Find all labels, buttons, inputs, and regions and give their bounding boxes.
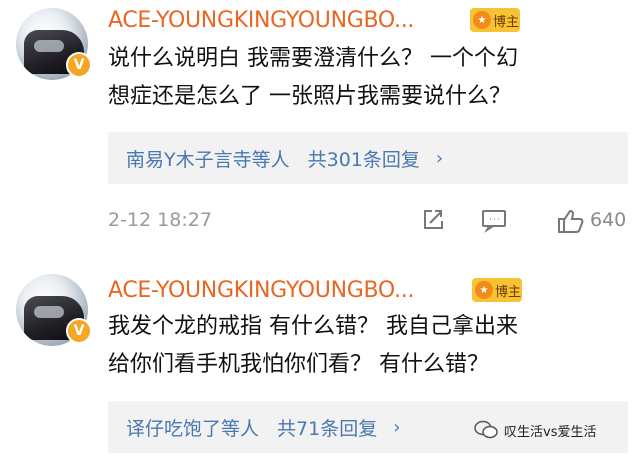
watermark: 叹生活vs爱生活: [474, 420, 596, 440]
medal-icon: ★: [473, 11, 491, 29]
comment-text-line: 我发个龙的戒指 有什么错？ 我自己拿出来: [108, 314, 518, 339]
username[interactable]: ACE-YOUNGKINGYOUNGBO...: [108, 8, 414, 33]
comment-meta: 2-12 18:27 640: [108, 205, 628, 239]
comment-icon[interactable]: [480, 207, 508, 237]
blogger-badge-label: 博主: [495, 284, 522, 300]
reply-names: 译仔吃饱了等人: [126, 417, 260, 440]
verified-v-icon: V: [66, 318, 92, 344]
verified-v-icon: V: [66, 52, 92, 78]
blogger-badge-label: 博主: [493, 14, 520, 30]
timestamp: 2-12 18:27: [108, 209, 212, 231]
medal-icon: ★: [475, 281, 493, 299]
watermark-text: 叹生活vs爱生活: [504, 424, 597, 440]
share-icon[interactable]: [420, 207, 446, 237]
username[interactable]: ACE-YOUNGKINGYOUNGBO...: [108, 278, 414, 303]
comment-text-line: 说什么说明白 我需要澄清什么？ 一个个幻: [108, 46, 518, 71]
thumbs-up-icon[interactable]: [556, 207, 586, 239]
reply-summary[interactable]: 南易Y木子言寺等人 共301条回复 ›: [108, 132, 628, 184]
reply-names: 南易Y木子言寺等人: [126, 148, 290, 171]
blogger-badge: ★ 博主: [472, 278, 522, 302]
comment-text-line: 给你们看手机我怕你们看？ 有什么错？: [108, 352, 489, 377]
reply-count: 共71条回复: [277, 417, 378, 440]
comment-text-line: 想症还是怎么了 一张照片我需要说什么？: [108, 84, 511, 109]
blogger-badge: ★ 博主: [470, 8, 520, 32]
chevron-right-icon: ›: [393, 416, 401, 438]
comment-text: 说什么说明白 我需要澄清什么？ 一个个幻 想症还是怎么了 一张照片我需要说什么？: [108, 40, 628, 116]
reply-count: 共301条回复: [307, 148, 420, 171]
comment-text: 我发个龙的戒指 有什么错？ 我自己拿出来 给你们看手机我怕你们看？ 有什么错？: [108, 308, 628, 384]
comment-item: V ACE-YOUNGKINGYOUNGBO... ★ 博主 说什么说明白 我需…: [0, 0, 640, 260]
wechat-icon: [474, 420, 498, 439]
like-count: 640: [590, 209, 627, 231]
chevron-right-icon: ›: [435, 147, 444, 169]
